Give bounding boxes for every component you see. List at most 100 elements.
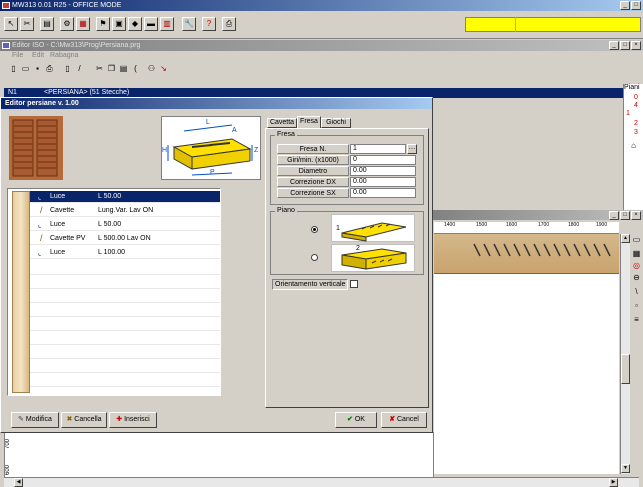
scroll-down-button[interactable]: ▼ bbox=[621, 464, 630, 473]
copy-doc-icon[interactable]: ❐ bbox=[106, 63, 117, 74]
scroll-left-button[interactable]: ◀ bbox=[14, 478, 23, 487]
scroll-up-button[interactable]: ▲ bbox=[621, 234, 630, 243]
drawing-close-button[interactable]: × bbox=[631, 211, 641, 220]
piano-group-label: Piano bbox=[275, 207, 297, 214]
vertical-scrollbar[interactable]: ▲ ▼ bbox=[620, 234, 630, 474]
cancel-button[interactable]: ✘ Cancel bbox=[381, 412, 427, 428]
piani-number-3[interactable]: 3 bbox=[634, 129, 638, 136]
copy-icon[interactable]: ▣ bbox=[112, 17, 126, 31]
grid-tool-icon[interactable]: ▦ bbox=[631, 248, 642, 259]
list-row-3[interactable]: / Cavette PV L 500.00 Lav ON bbox=[30, 233, 220, 245]
drawing-restore-button[interactable]: □ bbox=[620, 211, 630, 220]
piani-number-0[interactable]: 0 bbox=[634, 94, 638, 101]
maximize-button[interactable]: □ bbox=[631, 1, 641, 10]
giri-input[interactable]: 0 bbox=[350, 155, 416, 165]
minimize-button[interactable]: _ bbox=[620, 1, 630, 10]
list-row-4[interactable]: ⌞ Luce L 100.00 bbox=[30, 247, 220, 259]
list-row-3-params: L 500.00 Lav ON bbox=[98, 235, 151, 242]
editor-restore-button[interactable]: □ bbox=[620, 41, 630, 50]
piani-number-2[interactable]: 2 bbox=[634, 120, 638, 127]
menu-rabagna[interactable]: Rabagna bbox=[50, 52, 78, 59]
settings-icon[interactable]: ⚑ bbox=[96, 17, 110, 31]
bracket-icon[interactable]: ( bbox=[130, 63, 141, 74]
correzione-dx-label: Correzione DX bbox=[277, 177, 349, 187]
tab-giochi[interactable]: Giochi bbox=[321, 118, 351, 128]
tab-cavetta[interactable]: Cavetta bbox=[267, 118, 297, 128]
ok-button[interactable]: ✔ OK bbox=[335, 412, 377, 428]
diametro-input[interactable]: 0.00 bbox=[350, 166, 416, 176]
drawing-minimize-button[interactable]: _ bbox=[609, 211, 619, 220]
orientamento-checkbox[interactable] bbox=[350, 280, 358, 288]
correzione-sx-input[interactable]: 0.00 bbox=[350, 188, 416, 198]
paste-icon[interactable]: ▤ bbox=[118, 63, 129, 74]
fresa-n-browse-button[interactable]: … bbox=[407, 144, 417, 154]
piano-radio-2[interactable] bbox=[311, 254, 318, 261]
diagram-label-h: H bbox=[162, 147, 168, 154]
cut-icon[interactable]: ✂ bbox=[20, 17, 34, 31]
printer-icon[interactable]: ⎙ bbox=[222, 17, 236, 31]
list-row-1[interactable]: / Cavette Lung.Var. Lav ON bbox=[30, 205, 220, 217]
scroll-right-button[interactable]: ▶ bbox=[609, 478, 618, 487]
wrench-icon[interactable]: 🔧 bbox=[182, 17, 196, 31]
print-icon[interactable]: ▤ bbox=[40, 17, 54, 31]
scroll-thumb[interactable] bbox=[621, 354, 630, 384]
piano-drawing-1 bbox=[341, 222, 407, 242]
stack-tool-icon[interactable]: ≡ bbox=[631, 314, 642, 325]
inserisci-button[interactable]: ✚ Inserisci bbox=[109, 412, 157, 428]
wood-strip bbox=[434, 234, 619, 274]
save-file-icon[interactable]: ▪ bbox=[32, 63, 43, 74]
fresa-n-input[interactable]: 1 bbox=[350, 144, 406, 154]
diamond-icon[interactable]: ◆ bbox=[128, 17, 142, 31]
drawing-window: _ □ × 1400 1500 1600 1700 1800 1900 ▲ ▼ … bbox=[430, 210, 643, 487]
horizontal-scrollbar[interactable]: ◀ ▶ bbox=[4, 477, 639, 487]
print-file-icon[interactable]: ⎙ bbox=[44, 63, 55, 74]
modifica-button[interactable]: ✎ Modifica bbox=[11, 412, 59, 428]
ruler-label-1400: 1400 bbox=[444, 222, 456, 228]
tab-fresa[interactable]: Fresa bbox=[297, 116, 321, 128]
help-icon[interactable]: ? bbox=[202, 17, 216, 31]
scissors-icon[interactable]: ✂ bbox=[94, 63, 105, 74]
piani-number-4[interactable]: 4 bbox=[634, 102, 638, 109]
empty-row bbox=[30, 375, 220, 387]
new-file-icon[interactable]: ▯ bbox=[8, 63, 19, 74]
list-row-0[interactable]: ⌞ Luce L 50.00 bbox=[30, 191, 220, 203]
editor-close-button[interactable]: × bbox=[631, 41, 641, 50]
pencil-icon[interactable]: / bbox=[74, 63, 85, 74]
circle-tool-icon[interactable]: ◎ bbox=[631, 260, 642, 271]
diagram-label-l: L bbox=[206, 119, 210, 126]
binoculars-icon[interactable]: ⚇ bbox=[146, 63, 157, 74]
dim-tool-icon[interactable]: ▫ bbox=[631, 300, 642, 311]
tools-icon[interactable]: ⚙ bbox=[60, 17, 74, 31]
piani-number-1[interactable]: 1 bbox=[626, 110, 630, 117]
line-tool-icon[interactable]: \ bbox=[631, 286, 642, 297]
chart-icon[interactable]: ▥ bbox=[160, 17, 174, 31]
new-doc-icon[interactable]: ▯ bbox=[62, 63, 73, 74]
status-divider bbox=[515, 17, 516, 32]
pointer-icon[interactable]: ↖ bbox=[4, 17, 18, 31]
doc-icon[interactable]: ▦ bbox=[76, 17, 90, 31]
list-row-3-type: Cavette PV bbox=[50, 235, 86, 242]
select-tool-icon[interactable]: ▭ bbox=[631, 234, 642, 245]
open-folder-icon[interactable]: ▭ bbox=[20, 63, 31, 74]
inserisci-label: Inserisci bbox=[124, 416, 150, 423]
menu-file[interactable]: File bbox=[12, 52, 23, 59]
drawing-title-bar: _ □ × bbox=[430, 210, 643, 220]
list-rows[interactable]: ⌞ Luce L 50.00 / Cavette Lung.Var. Lav O… bbox=[30, 189, 220, 395]
target-tool-icon[interactable]: ⊖ bbox=[631, 272, 642, 283]
correzione-dx-input[interactable]: 0.00 bbox=[350, 177, 416, 187]
orientamento-label: Orientamento verticale bbox=[272, 279, 349, 290]
piano-image-1: 1 bbox=[331, 214, 415, 242]
editor-persiane-dialog: Editor persiane v. 1.00 L A H Z P Cavett… bbox=[0, 97, 433, 433]
search-replace-icon[interactable]: ↘ bbox=[158, 63, 169, 74]
door-icon[interactable]: ⌂ bbox=[628, 140, 639, 151]
drawing-canvas[interactable] bbox=[434, 274, 619, 474]
list-row-2[interactable]: ⌞ Luce L 50.00 bbox=[30, 219, 220, 231]
inserisci-icon: ✚ bbox=[116, 416, 125, 423]
editor-minimize-button[interactable]: _ bbox=[609, 41, 619, 50]
app-title-bar: MW313 0.01 R25 - OFFICE MODE _ □ bbox=[0, 0, 643, 11]
cancella-button[interactable]: ✖ Cancella bbox=[61, 412, 107, 428]
piano-radio-1[interactable] bbox=[311, 226, 318, 233]
app-icon bbox=[2, 2, 10, 9]
menu-edit[interactable]: Edit bbox=[32, 52, 44, 59]
save-icon[interactable]: ▬ bbox=[144, 17, 158, 31]
